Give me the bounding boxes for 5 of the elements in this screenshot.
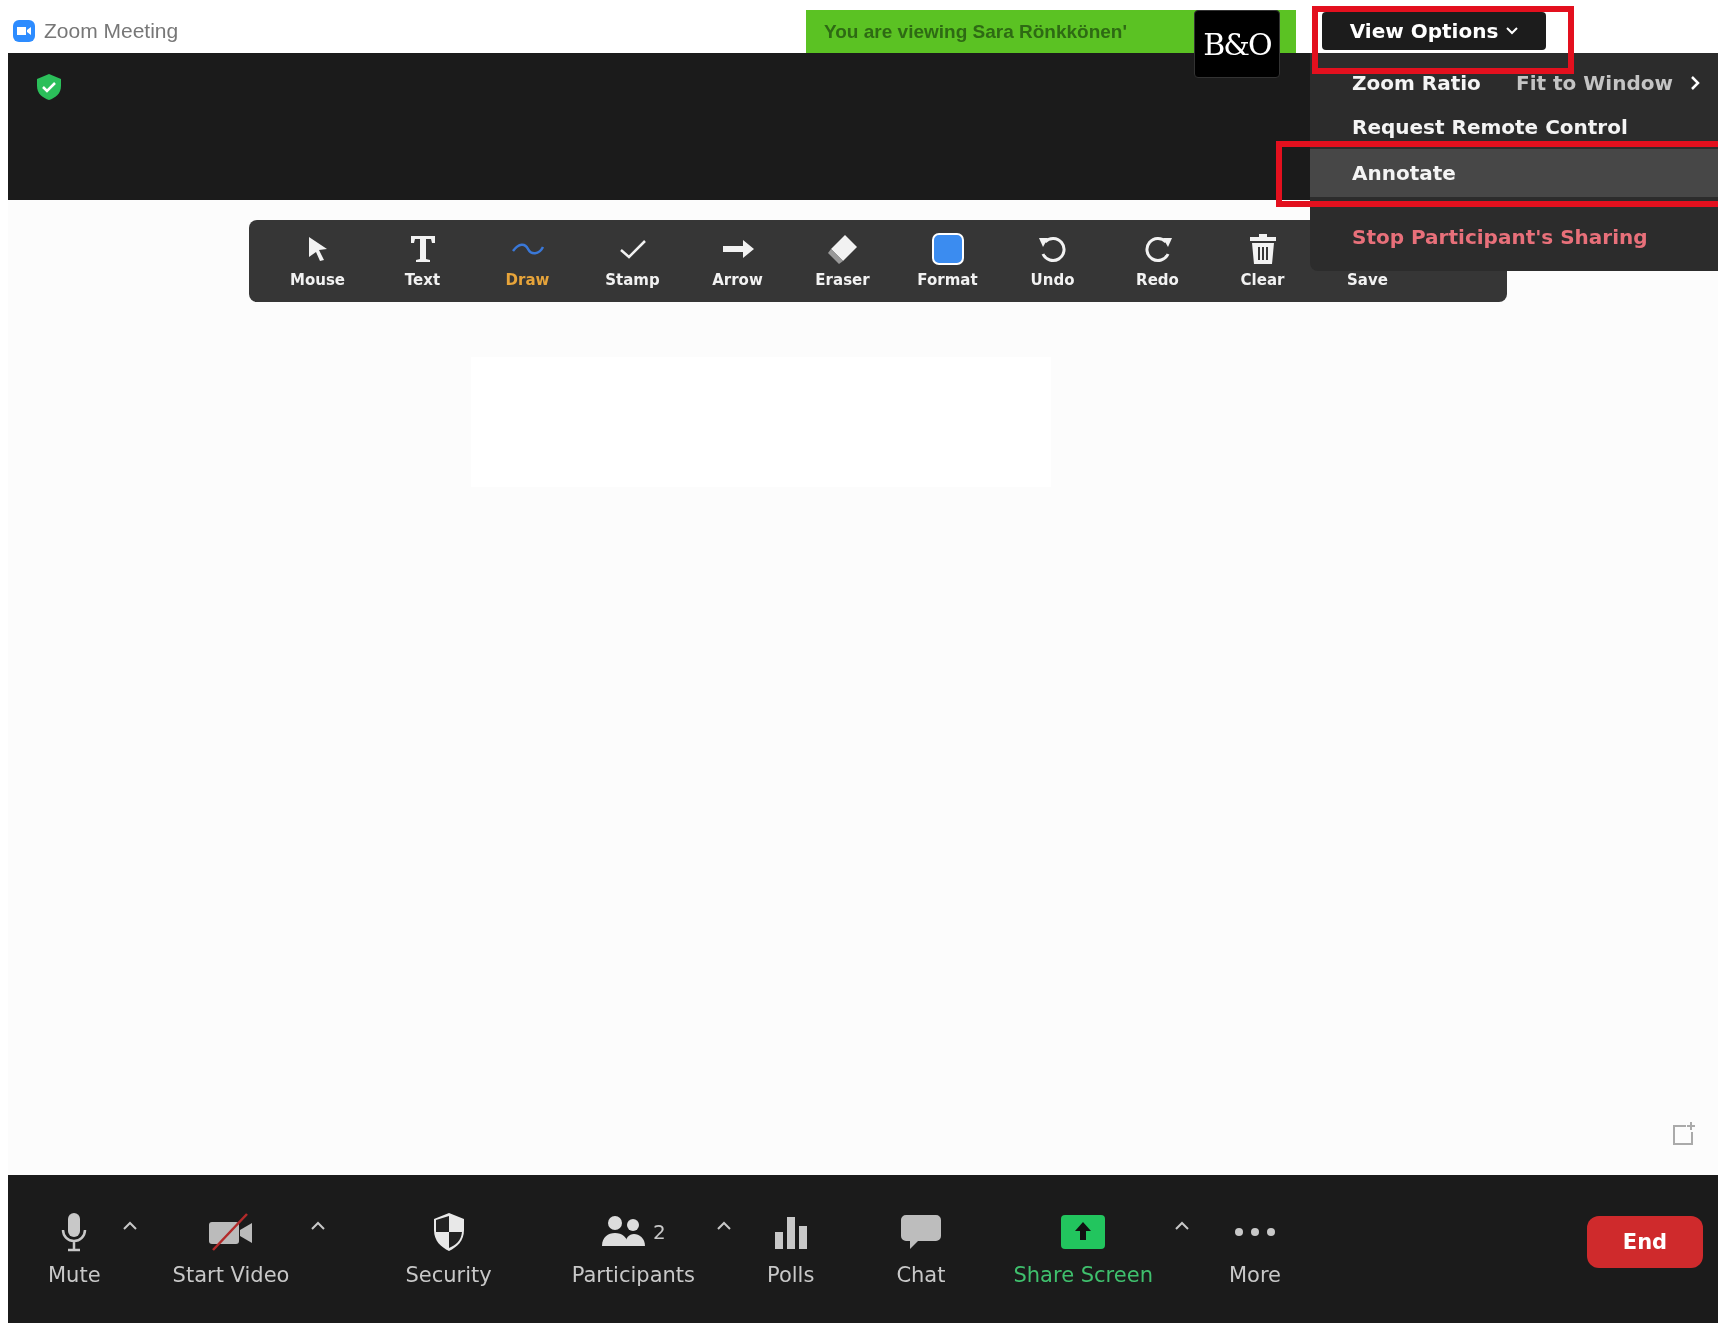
banner-text: You are viewing Sara Rönkkönen' bbox=[824, 20, 1127, 43]
window-title: Zoom Meeting bbox=[44, 18, 179, 43]
menu-item-value: Fit to Window bbox=[1516, 71, 1673, 95]
logo-text: B&O bbox=[1203, 26, 1271, 62]
participant-count: 2 bbox=[652, 1220, 666, 1244]
